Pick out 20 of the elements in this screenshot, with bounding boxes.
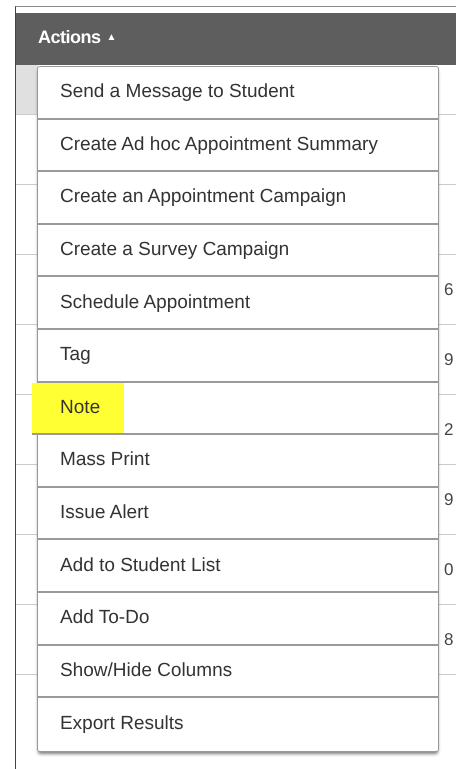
actions-button[interactable]: Actions ▲ [36, 24, 118, 50]
table-cell [16, 65, 38, 114]
table-cell-text: 6 [444, 280, 454, 300]
menu-item[interactable]: Issue Alert [38, 488, 438, 540]
menu-item[interactable]: Create an Appointment Campaign [38, 172, 438, 225]
menu-item[interactable]: Create Ad hoc Appointment Summary [38, 120, 438, 172]
menu-item[interactable]: Show/Hide Columns [38, 646, 438, 698]
table-cell-text: 9 [444, 490, 454, 510]
table-cell-text: 2 [444, 420, 454, 440]
menu-item[interactable]: Export Results [38, 698, 438, 751]
menu-item[interactable]: Create a Survey Campaign [38, 224, 438, 278]
menu-item[interactable]: Schedule Appointment [38, 277, 438, 330]
menu-item[interactable]: Add To-Do [38, 592, 438, 646]
menu-item[interactable]: Add to Student List [38, 540, 438, 593]
table-cell-text: 9 [444, 350, 454, 370]
menu-item[interactable]: Note [32, 382, 438, 436]
menu-item[interactable]: Send a Message to Student [38, 67, 438, 120]
table-cell-text: 0 [444, 560, 454, 580]
menu-item[interactable]: Mass Print [38, 435, 438, 488]
table-cell-text: 8 [444, 630, 454, 650]
